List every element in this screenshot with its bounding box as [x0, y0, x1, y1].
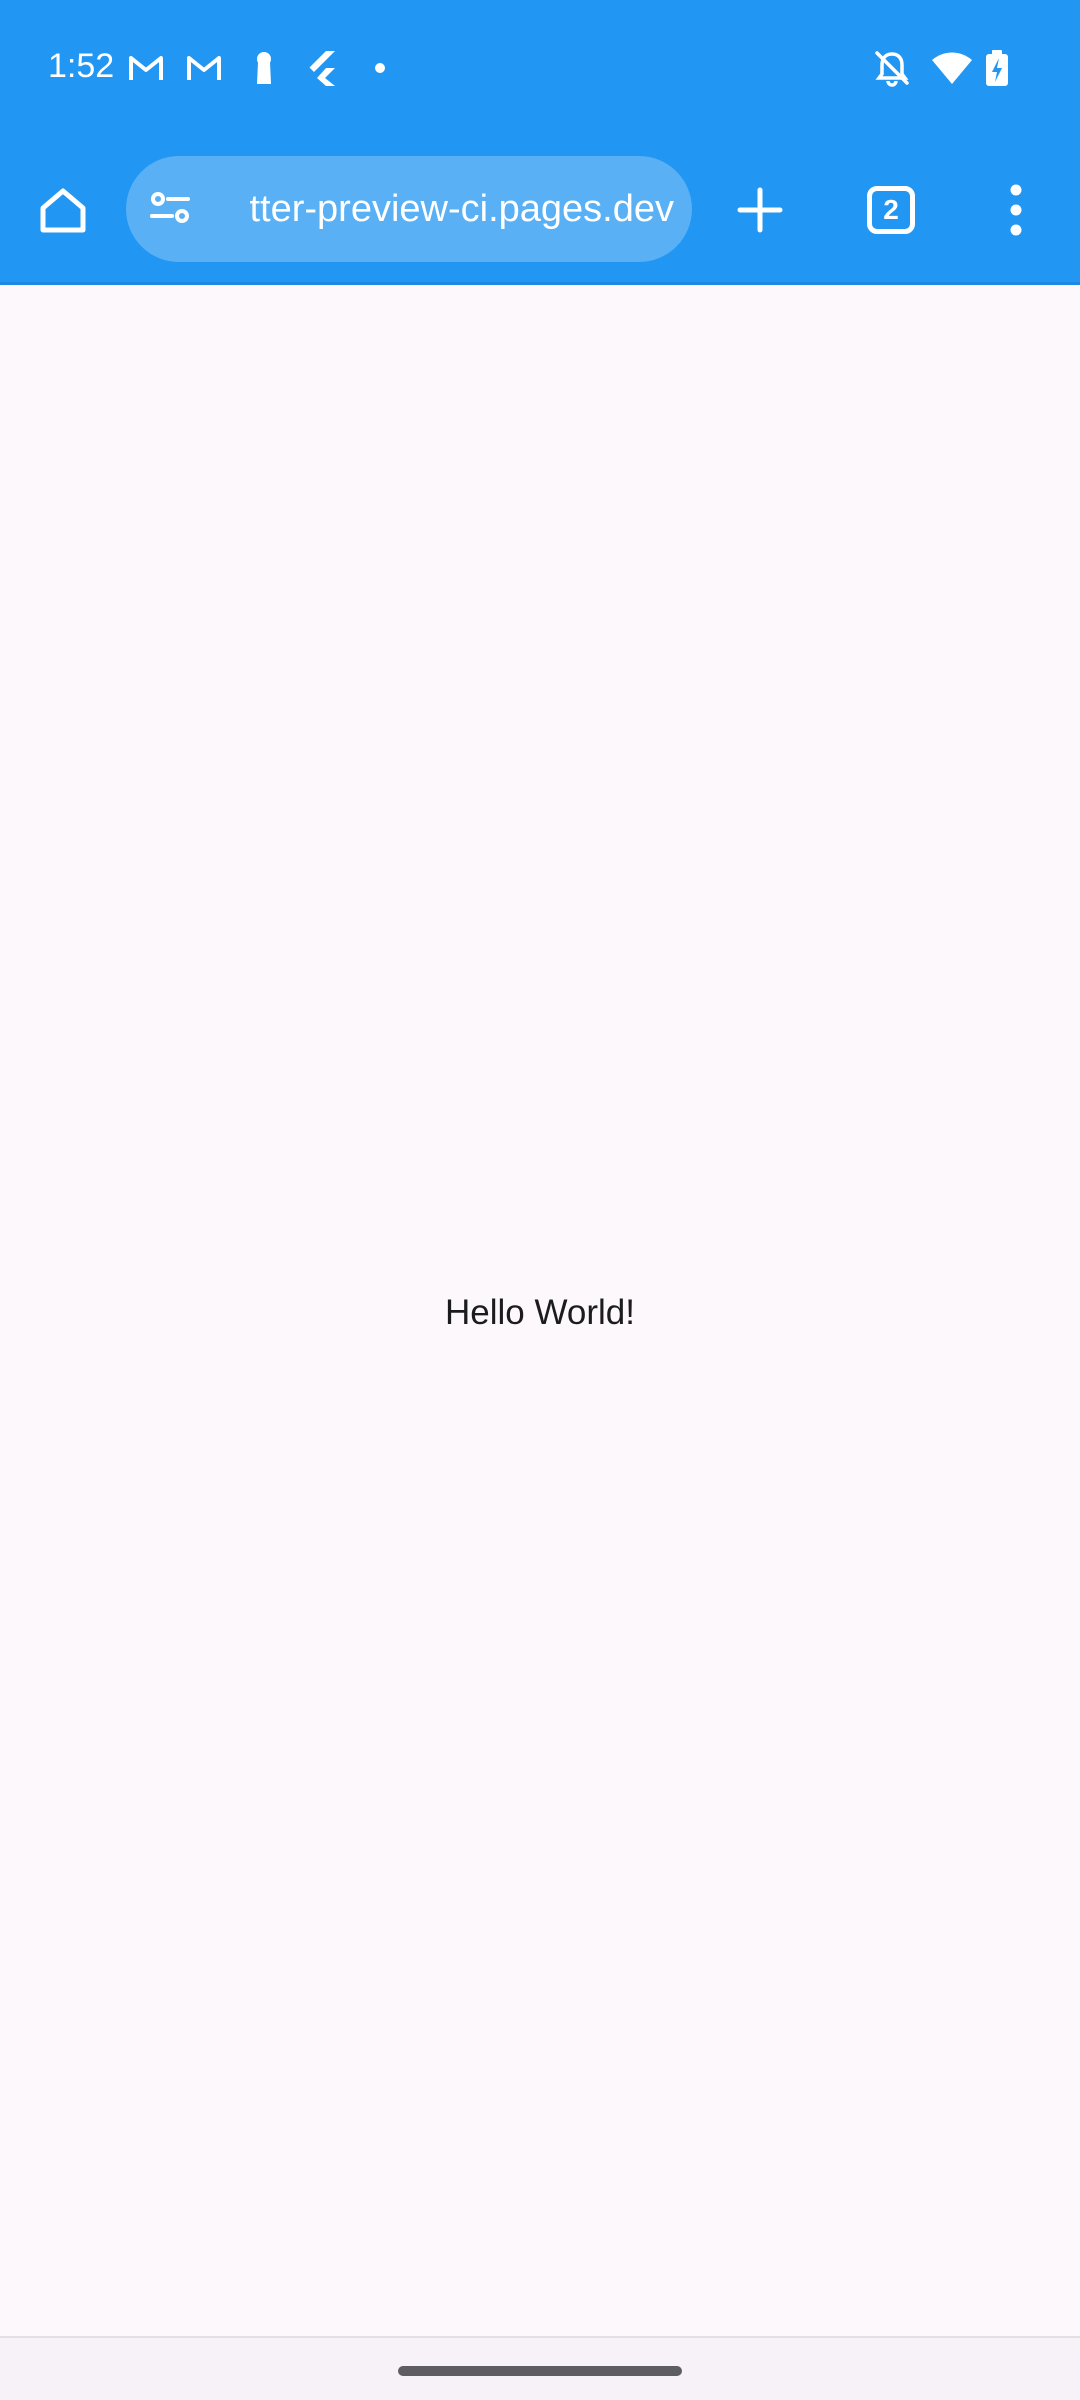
dot-icon: [360, 48, 400, 88]
wifi-icon: [930, 48, 974, 88]
new-tab-button[interactable]: [712, 162, 808, 258]
browser-toolbar: tter-preview-ci.pages.dev 2: [0, 150, 1080, 270]
flutter-icon: [302, 48, 342, 88]
gmail-icon: [126, 48, 166, 88]
gmail-icon: [184, 48, 224, 88]
new-tab-icon: [737, 187, 783, 233]
tab-switcher-icon: 2: [867, 186, 915, 234]
site-settings-icon[interactable]: [146, 184, 196, 234]
home-gesture-handle[interactable]: [398, 2366, 682, 2376]
battery-charging-icon: [984, 48, 1010, 88]
browser-top-area: 1:52 tter-preview-ci.pages.dev 2: [0, 0, 1080, 285]
status-bar: 1:52: [0, 0, 1080, 135]
overflow-menu-icon: [1010, 184, 1022, 236]
status-time: 1:52: [48, 47, 115, 85]
tab-switcher-button[interactable]: 2: [843, 162, 939, 258]
address-bar[interactable]: tter-preview-ci.pages.dev: [126, 156, 692, 262]
bell-off-icon: [872, 48, 912, 88]
keyhole-icon: [244, 48, 284, 88]
overflow-menu-button[interactable]: [968, 162, 1064, 258]
hello-text: Hello World!: [445, 1293, 635, 1332]
gesture-navigation-bar: [0, 2336, 1080, 2400]
url-value: tter-preview-ci.pages.dev: [249, 188, 674, 230]
home-button[interactable]: [15, 162, 111, 258]
web-page-content: Hello World!: [0, 288, 1080, 2336]
home-icon: [40, 188, 86, 233]
url-text[interactable]: tter-preview-ci.pages.dev: [206, 156, 674, 262]
